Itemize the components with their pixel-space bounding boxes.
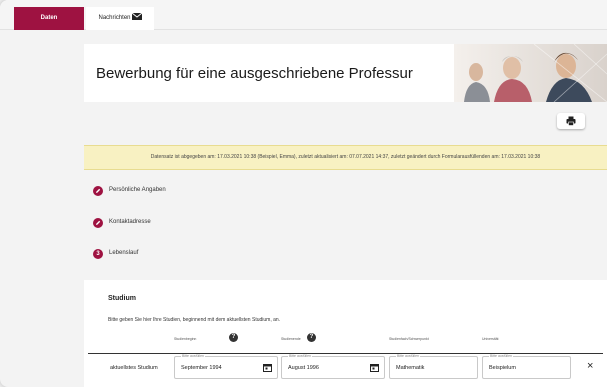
section-hint: Bitte geben Sie hier Ihre Studien, begin… <box>108 317 281 323</box>
tab-nachrichten[interactable]: Nachrichten <box>86 7 154 30</box>
field-placeholder: Bitte ausfüllen <box>489 354 513 358</box>
printer-icon <box>566 116 576 126</box>
field-placeholder: Bitte ausfüllen <box>288 354 312 358</box>
step-label: Lebenslauf <box>109 250 139 256</box>
envelope-icon <box>131 13 142 20</box>
print-button[interactable] <box>557 113 585 129</box>
field-placeholder: Bitte ausfüllen <box>181 354 205 358</box>
step-label: Persönliche Angaben <box>109 187 166 193</box>
help-icon[interactable]: ? <box>307 333 316 342</box>
column-header-studienbeginn: Studienbeginn <box>174 337 197 341</box>
studienende-field[interactable]: Bitte ausfüllen August 1996 <box>281 354 385 379</box>
tab-nachrichten-label: Nachrichten <box>98 15 131 21</box>
studium-section: Studium Bitte geben Sie hier Ihre Studie… <box>84 280 607 387</box>
studienbeginn-field[interactable]: Bitte ausfüllen September 1994 <box>174 354 278 379</box>
page-title: Bewerbung für eine ausgeschriebene Profe… <box>96 65 413 82</box>
row-divider <box>88 353 603 354</box>
step-label: Kontaktadresse <box>109 219 151 225</box>
app-window: Daten Nachrichten Bewerbung für eine aus… <box>0 0 607 387</box>
tab-daten[interactable]: Daten <box>14 7 84 30</box>
field-value: Beispielum <box>489 365 516 371</box>
section-title: Studium <box>108 295 136 302</box>
header-photo <box>454 44 607 102</box>
column-header-universitaet: Universität <box>482 337 499 341</box>
help-icon[interactable]: ? <box>229 333 238 342</box>
status-notice: Datensatz ist abgegeben am: 17.03.2021 1… <box>84 145 607 170</box>
column-header-studienende: Studienende <box>281 337 301 341</box>
top-navigation: Daten Nachrichten <box>0 0 607 30</box>
step-number: 3 <box>93 249 103 259</box>
pencil-icon <box>93 186 103 196</box>
field-value: Mathematik <box>396 365 425 371</box>
remove-row-button[interactable]: × <box>587 361 593 372</box>
page-header: Bewerbung für eine ausgeschriebene Profe… <box>84 44 607 102</box>
row-label: aktuellstes Studium <box>110 365 158 371</box>
tab-daten-label: Daten <box>40 15 58 21</box>
column-header-studienfach: Studienfach/Schwerpunkt <box>389 337 429 341</box>
field-value: August 1996 <box>288 365 319 371</box>
studienfach-field[interactable]: Bitte ausfüllen Mathematik <box>389 354 478 379</box>
calendar-icon[interactable] <box>370 363 379 372</box>
pencil-icon <box>93 218 103 228</box>
universitaet-field[interactable]: Bitte ausfüllen Beispielum <box>482 354 571 379</box>
field-value: September 1994 <box>181 365 222 371</box>
field-placeholder: Bitte ausfüllen <box>396 354 420 358</box>
calendar-icon[interactable] <box>263 363 272 372</box>
